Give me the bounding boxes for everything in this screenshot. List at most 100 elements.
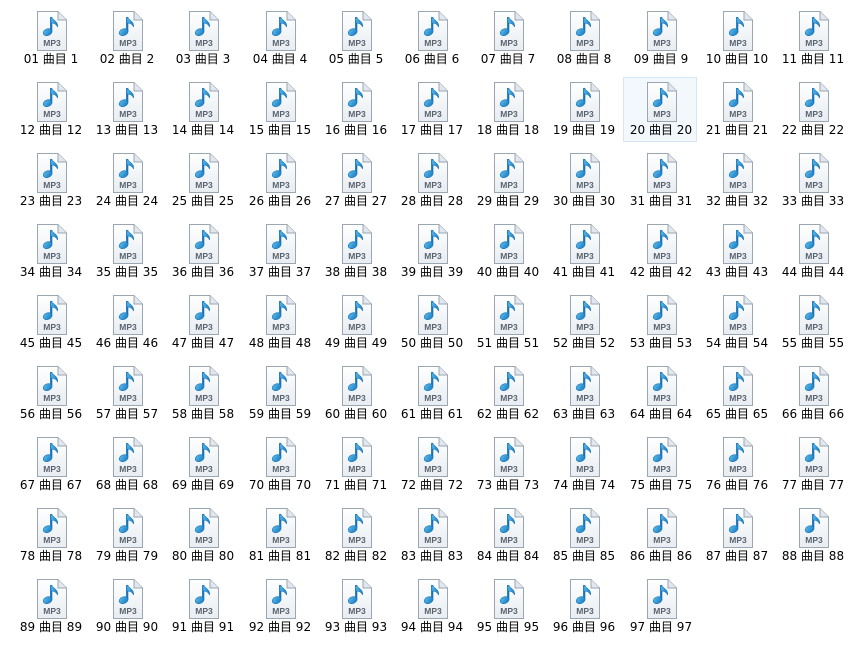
file-item-10[interactable]: MP3 10 曲目 10 bbox=[699, 6, 773, 71]
file-name-label: 55 曲目 55 bbox=[781, 336, 845, 350]
file-item-46[interactable]: MP3 46 曲目 46 bbox=[89, 290, 163, 355]
file-item-67[interactable]: MP3 67 曲目 67 bbox=[13, 432, 87, 497]
file-item-75[interactable]: MP3 75 曲目 75 bbox=[623, 432, 697, 497]
file-item-34[interactable]: MP3 34 曲目 34 bbox=[13, 219, 87, 284]
file-item-76[interactable]: MP3 76 曲目 76 bbox=[699, 432, 773, 497]
file-item-47[interactable]: MP3 47 曲目 47 bbox=[165, 290, 239, 355]
file-item-68[interactable]: MP3 68 曲目 68 bbox=[89, 432, 163, 497]
file-item-94[interactable]: MP3 94 曲目 94 bbox=[394, 574, 468, 639]
file-item-81[interactable]: MP3 81 曲目 81 bbox=[242, 503, 316, 568]
file-item-20[interactable]: MP3 20 曲目 20 bbox=[623, 77, 697, 142]
file-item-62[interactable]: MP3 62 曲目 62 bbox=[470, 361, 544, 426]
file-item-60[interactable]: MP3 60 曲目 60 bbox=[318, 361, 392, 426]
file-item-48[interactable]: MP3 48 曲目 48 bbox=[242, 290, 316, 355]
file-item-12[interactable]: MP3 12 曲目 12 bbox=[13, 77, 87, 142]
file-item-70[interactable]: MP3 70 曲目 70 bbox=[242, 432, 316, 497]
file-item-59[interactable]: MP3 59 曲目 59 bbox=[242, 361, 316, 426]
file-item-61[interactable]: MP3 61 曲目 61 bbox=[394, 361, 468, 426]
file-item-74[interactable]: MP3 74 曲目 74 bbox=[546, 432, 620, 497]
file-item-69[interactable]: MP3 69 曲目 69 bbox=[165, 432, 239, 497]
file-item-15[interactable]: MP3 15 曲目 15 bbox=[242, 77, 316, 142]
file-item-5[interactable]: MP3 05 曲目 5 bbox=[318, 6, 392, 71]
file-item-56[interactable]: MP3 56 曲目 56 bbox=[13, 361, 87, 426]
mp3-file-icon: MP3 bbox=[491, 366, 525, 406]
file-item-54[interactable]: MP3 54 曲目 54 bbox=[699, 290, 773, 355]
file-item-30[interactable]: MP3 30 曲目 30 bbox=[546, 148, 620, 213]
file-item-39[interactable]: MP3 39 曲目 39 bbox=[394, 219, 468, 284]
file-item-23[interactable]: MP3 23 曲目 23 bbox=[13, 148, 87, 213]
file-item-77[interactable]: MP3 77 曲目 77 bbox=[775, 432, 849, 497]
file-item-80[interactable]: MP3 80 曲目 80 bbox=[165, 503, 239, 568]
file-item-3[interactable]: MP3 03 曲目 3 bbox=[165, 6, 239, 71]
file-item-28[interactable]: MP3 28 曲目 28 bbox=[394, 148, 468, 213]
file-item-85[interactable]: MP3 85 曲目 85 bbox=[546, 503, 620, 568]
file-item-37[interactable]: MP3 37 曲目 37 bbox=[242, 219, 316, 284]
file-item-66[interactable]: MP3 66 曲目 66 bbox=[775, 361, 849, 426]
file-item-64[interactable]: MP3 64 曲目 64 bbox=[623, 361, 697, 426]
file-item-42[interactable]: MP3 42 曲目 42 bbox=[623, 219, 697, 284]
file-item-93[interactable]: MP3 93 曲目 93 bbox=[318, 574, 392, 639]
file-item-13[interactable]: MP3 13 曲目 13 bbox=[89, 77, 163, 142]
file-item-71[interactable]: MP3 71 曲目 71 bbox=[318, 432, 392, 497]
file-item-43[interactable]: MP3 43 曲目 43 bbox=[699, 219, 773, 284]
file-item-45[interactable]: MP3 45 曲目 45 bbox=[13, 290, 87, 355]
file-item-49[interactable]: MP3 49 曲目 49 bbox=[318, 290, 392, 355]
file-item-97[interactable]: MP3 97 曲目 97 bbox=[623, 574, 697, 639]
file-item-32[interactable]: MP3 32 曲目 32 bbox=[699, 148, 773, 213]
file-item-40[interactable]: MP3 40 曲目 40 bbox=[470, 219, 544, 284]
file-item-17[interactable]: MP3 17 曲目 17 bbox=[394, 77, 468, 142]
file-item-2[interactable]: MP3 02 曲目 2 bbox=[89, 6, 163, 71]
file-item-92[interactable]: MP3 92 曲目 92 bbox=[242, 574, 316, 639]
file-item-35[interactable]: MP3 35 曲目 35 bbox=[89, 219, 163, 284]
file-item-55[interactable]: MP3 55 曲目 55 bbox=[775, 290, 849, 355]
file-item-24[interactable]: MP3 24 曲目 24 bbox=[89, 148, 163, 213]
file-item-88[interactable]: MP3 88 曲目 88 bbox=[775, 503, 849, 568]
file-item-4[interactable]: MP3 04 曲目 4 bbox=[242, 6, 316, 71]
file-item-14[interactable]: MP3 14 曲目 14 bbox=[165, 77, 239, 142]
file-item-44[interactable]: MP3 44 曲目 44 bbox=[775, 219, 849, 284]
file-item-25[interactable]: MP3 25 曲目 25 bbox=[165, 148, 239, 213]
file-item-18[interactable]: MP3 18 曲目 18 bbox=[470, 77, 544, 142]
file-item-83[interactable]: MP3 83 曲目 83 bbox=[394, 503, 468, 568]
file-item-84[interactable]: MP3 84 曲目 84 bbox=[470, 503, 544, 568]
file-item-36[interactable]: MP3 36 曲目 36 bbox=[165, 219, 239, 284]
file-item-6[interactable]: MP3 06 曲目 6 bbox=[394, 6, 468, 71]
file-item-19[interactable]: MP3 19 曲目 19 bbox=[546, 77, 620, 142]
file-item-63[interactable]: MP3 63 曲目 63 bbox=[546, 361, 620, 426]
file-item-11[interactable]: MP3 11 曲目 11 bbox=[775, 6, 849, 71]
file-item-89[interactable]: MP3 89 曲目 89 bbox=[13, 574, 87, 639]
file-item-58[interactable]: MP3 58 曲目 58 bbox=[165, 361, 239, 426]
file-item-1[interactable]: MP3 01 曲目 1 bbox=[13, 6, 87, 71]
file-item-87[interactable]: MP3 87 曲目 87 bbox=[699, 503, 773, 568]
file-item-57[interactable]: MP3 57 曲目 57 bbox=[89, 361, 163, 426]
file-item-82[interactable]: MP3 82 曲目 82 bbox=[318, 503, 392, 568]
file-item-78[interactable]: MP3 78 曲目 78 bbox=[13, 503, 87, 568]
file-item-41[interactable]: MP3 41 曲目 41 bbox=[546, 219, 620, 284]
file-item-33[interactable]: MP3 33 曲目 33 bbox=[775, 148, 849, 213]
file-item-90[interactable]: MP3 90 曲目 90 bbox=[89, 574, 163, 639]
file-item-26[interactable]: MP3 26 曲目 26 bbox=[242, 148, 316, 213]
mp3-badge-text: MP3 bbox=[653, 535, 671, 545]
file-item-86[interactable]: MP3 86 曲目 86 bbox=[623, 503, 697, 568]
file-item-8[interactable]: MP3 08 曲目 8 bbox=[546, 6, 620, 71]
file-item-72[interactable]: MP3 72 曲目 72 bbox=[394, 432, 468, 497]
file-item-96[interactable]: MP3 96 曲目 96 bbox=[546, 574, 620, 639]
file-item-27[interactable]: MP3 27 曲目 27 bbox=[318, 148, 392, 213]
file-item-95[interactable]: MP3 95 曲目 95 bbox=[470, 574, 544, 639]
file-item-51[interactable]: MP3 51 曲目 51 bbox=[470, 290, 544, 355]
file-item-16[interactable]: MP3 16 曲目 16 bbox=[318, 77, 392, 142]
file-item-79[interactable]: MP3 79 曲目 79 bbox=[89, 503, 163, 568]
file-item-22[interactable]: MP3 22 曲目 22 bbox=[775, 77, 849, 142]
file-item-31[interactable]: MP3 31 曲目 31 bbox=[623, 148, 697, 213]
file-item-52[interactable]: MP3 52 曲目 52 bbox=[546, 290, 620, 355]
file-item-21[interactable]: MP3 21 曲目 21 bbox=[699, 77, 773, 142]
file-item-53[interactable]: MP3 53 曲目 53 bbox=[623, 290, 697, 355]
file-item-9[interactable]: MP3 09 曲目 9 bbox=[623, 6, 697, 71]
file-item-7[interactable]: MP3 07 曲目 7 bbox=[470, 6, 544, 71]
file-item-91[interactable]: MP3 91 曲目 91 bbox=[165, 574, 239, 639]
file-item-65[interactable]: MP3 65 曲目 65 bbox=[699, 361, 773, 426]
file-item-29[interactable]: MP3 29 曲目 29 bbox=[470, 148, 544, 213]
file-item-38[interactable]: MP3 38 曲目 38 bbox=[318, 219, 392, 284]
file-item-50[interactable]: MP3 50 曲目 50 bbox=[394, 290, 468, 355]
file-item-73[interactable]: MP3 73 曲目 73 bbox=[470, 432, 544, 497]
